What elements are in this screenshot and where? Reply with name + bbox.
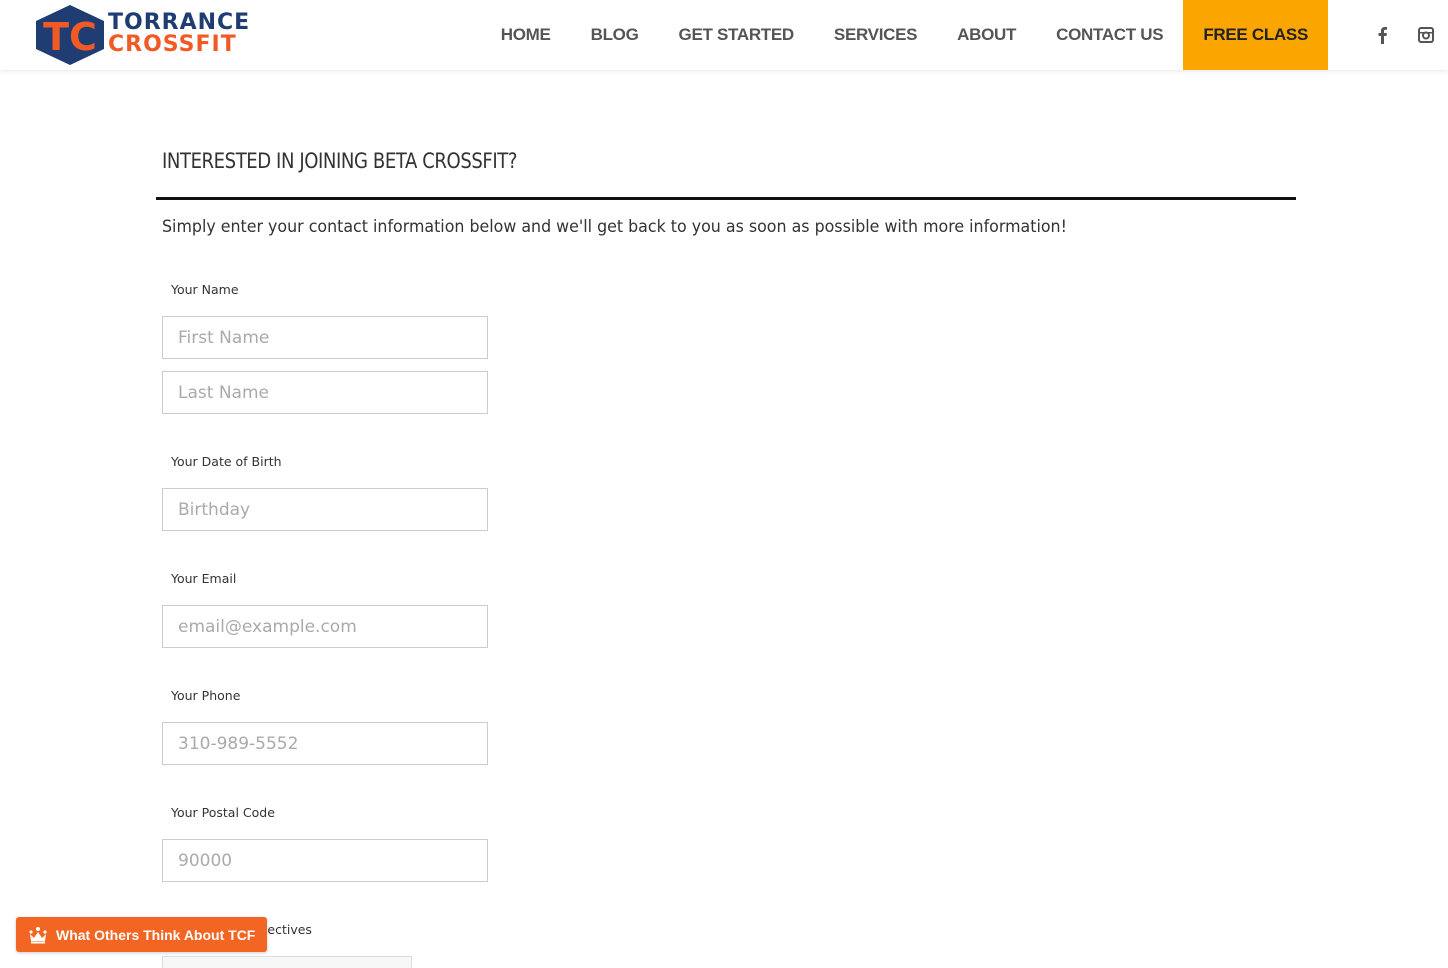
phone-label: Your Phone [171,688,241,703]
main-nav: HOME BLOG GET STARTED SERVICES ABOUT CON… [481,0,1328,70]
postal-code-input[interactable] [162,839,488,882]
dob-label: Your Date of Birth [171,454,282,469]
nav-home[interactable]: HOME [481,0,571,70]
nav-blog[interactable]: BLOG [571,0,659,70]
logo-line-crossfit: CROSSFIT [108,32,237,57]
email-input[interactable] [162,605,488,648]
nav-services[interactable]: SERVICES [814,0,937,70]
nav-contact-us[interactable]: CONTACT US [1036,0,1183,70]
logo-line-torrance: TORRANCE [108,10,251,35]
torrance-crossfit-logo[interactable]: TC TORRANCE CROSSFIT [34,4,249,66]
logo-wordmark: TORRANCE CROSSFIT [108,12,250,56]
svg-text:TC: TC [43,15,97,59]
birthday-input[interactable] [162,488,488,531]
first-name-input[interactable] [162,316,488,359]
name-label: Your Name [171,282,239,297]
instagram-icon[interactable] [1404,13,1448,57]
free-class-button[interactable]: FREE CLASS [1183,0,1328,70]
nav-get-started[interactable]: GET STARTED [659,0,814,70]
email-label: Your Email [171,571,237,586]
site-header: TC TORRANCE CROSSFIT HOME BLOG GET START… [0,0,1448,70]
facebook-icon[interactable] [1360,13,1404,57]
last-name-input[interactable] [162,371,488,414]
logo-hexagon-icon: TC [36,5,104,65]
objectives-field[interactable] [162,956,412,968]
nav-about[interactable]: ABOUT [937,0,1036,70]
social-links [1328,0,1448,70]
intro-text: Simply enter your contact information be… [162,217,1067,236]
page-title: INTERESTED IN JOINING BETA CROSSFIT? [162,149,518,173]
crown-icon [28,925,50,945]
postal-code-label: Your Postal Code [171,805,275,820]
phone-input[interactable] [162,722,488,765]
reviews-widget-button[interactable]: What Others Think About TCF [16,917,267,952]
title-divider [156,197,1296,200]
reviews-widget-label: What Others Think About TCF [56,926,256,943]
